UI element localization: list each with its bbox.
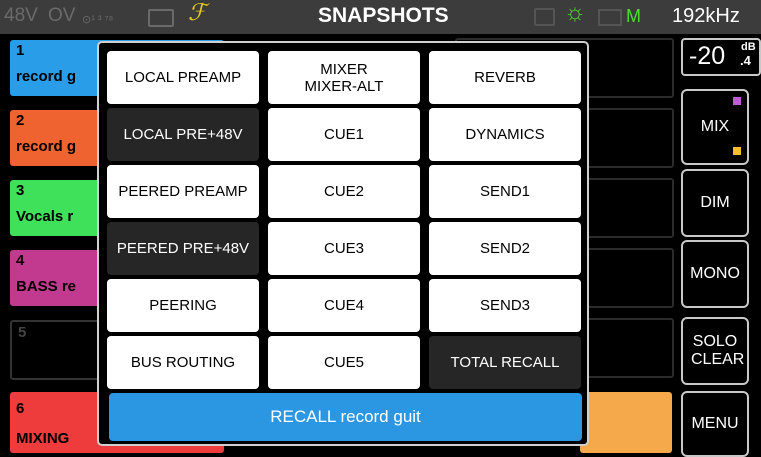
routing-icon: ⊙¹ ³ ⁷⁸: [82, 14, 114, 26]
snapshot-button-cue3[interactable]: CUE3: [268, 222, 420, 275]
snapshots-popup: LOCAL PREAMP LOCAL PRE+48V PEERED PREAMP PE…: [97, 41, 589, 446]
recall-label: RECALL record guit: [270, 407, 421, 426]
snapshot-button-label: CUE2: [323, 183, 364, 200]
device-icon: [148, 9, 174, 27]
snapshot-button-reverb[interactable]: REVERB: [429, 51, 581, 104]
snapshot-button-total-recall[interactable]: TOTAL RECALL: [429, 336, 581, 389]
snapshot-button-cue5[interactable]: CUE5: [268, 336, 420, 389]
channel-name: MIXING: [16, 430, 70, 447]
snapshot-button-bus-routing[interactable]: BUS ROUTING: [107, 336, 259, 389]
snapshot-button-local-preamp[interactable]: LOCAL PREAMP: [107, 51, 259, 104]
channel-number: 5: [18, 324, 27, 341]
snapshot-button-cue2[interactable]: CUE2: [268, 165, 420, 218]
solo-clear-label: SOLO CLEAR: [691, 333, 745, 368]
snapshot-button-label: PEERING: [149, 297, 217, 314]
snapshot-button-send3[interactable]: SEND3: [429, 279, 581, 332]
level-unit: dB: [741, 41, 756, 53]
snapshot-button-label: LOCAL PREAMP: [124, 69, 242, 86]
channel-name: record g: [16, 68, 77, 85]
sync-icon: ☼: [564, 0, 586, 26]
snapshot-button-cue1[interactable]: CUE1: [268, 108, 420, 161]
snapshot-button-peering[interactable]: PEERING: [107, 279, 259, 332]
snapshot-button-dynamics[interactable]: DYNAMICS: [429, 108, 581, 161]
snapshot-button-mixer-mixer-alt[interactable]: MIXER MIXER-ALT: [268, 51, 420, 104]
level-display: -20 dB .4: [681, 38, 761, 76]
menu-button[interactable]: MENU: [681, 391, 749, 457]
channel-name: Vocals r: [16, 208, 74, 225]
snapshot-button-label: CUE5: [323, 354, 364, 371]
snapshot-button-cue4[interactable]: CUE4: [268, 279, 420, 332]
snapshot-button-label: CUE4: [323, 297, 364, 314]
clipboard-icon: [534, 8, 555, 26]
mono-label: MONO: [690, 265, 740, 282]
mix-label: MIX: [700, 118, 730, 135]
snapshot-button-peered-pre-48v[interactable]: PEERED PRE+48V: [107, 222, 259, 275]
mix-indicator-yellow: [733, 147, 741, 155]
snapshot-button-label: CUE3: [323, 240, 364, 257]
overload-indicator: OV: [48, 5, 76, 26]
page-title: SNAPSHOTS: [318, 4, 449, 27]
snapshot-button-label: SEND2: [479, 240, 531, 257]
level-value: -20: [689, 42, 726, 70]
mail-icon: [598, 9, 622, 26]
snapshot-button-label: LOCAL PRE+48V: [123, 126, 243, 143]
mix-button[interactable]: MIX: [681, 89, 749, 165]
snapshot-button-send1[interactable]: SEND1: [429, 165, 581, 218]
solo-clear-button[interactable]: SOLO CLEAR: [681, 317, 749, 385]
sample-rate: 192kHz: [672, 5, 740, 27]
menu-label: MENU: [691, 415, 739, 432]
channel-number: 3: [16, 182, 25, 199]
snapshot-button-label: MIXER MIXER-ALT: [304, 60, 384, 95]
status-bar: 48V OV ⊙¹ ³ ⁷⁸ ℱ SNAPSHOTS ☼ M 192kHz: [0, 0, 761, 34]
channel-name: BASS re: [16, 278, 77, 295]
snapshot-button-label: BUS ROUTING: [130, 354, 236, 371]
snapshot-button-label: DYNAMICS: [465, 126, 545, 143]
dim-button[interactable]: DIM: [681, 169, 749, 237]
snapshot-button-label: SEND3: [479, 297, 531, 314]
phantom-indicator: 48V: [4, 5, 38, 26]
channel-number: 4: [16, 252, 25, 269]
level-decimal: .4: [740, 53, 751, 68]
channel-number: 6: [16, 400, 25, 417]
snapshot-button-label: PEERED PRE+48V: [116, 240, 250, 257]
mono-button[interactable]: MONO: [681, 240, 749, 308]
snapshot-button-label: REVERB: [474, 69, 536, 86]
snapshot-button-send2[interactable]: SEND2: [429, 222, 581, 275]
snapshot-button-label: CUE1: [323, 126, 364, 143]
snapshot-button-peered-preamp[interactable]: PEERED PREAMP: [107, 165, 259, 218]
snapshot-button-label: PEERED PREAMP: [118, 183, 248, 200]
snapshot-button-label: SEND1: [479, 183, 531, 200]
channel-number: 1: [16, 42, 25, 59]
snapshot-button-local-pre-48v[interactable]: LOCAL PRE+48V: [107, 108, 259, 161]
dim-label: DIM: [700, 194, 730, 211]
fx-icon: ℱ: [188, 0, 207, 25]
channel-name: record g: [16, 138, 77, 155]
mix-indicator-purple: [733, 97, 741, 105]
channel-number: 2: [16, 112, 25, 129]
m-indicator: M: [626, 6, 641, 26]
recall-button[interactable]: RECALL record guit: [109, 393, 582, 441]
snapshot-button-label: TOTAL RECALL: [450, 354, 560, 371]
channel-tile-orange[interactable]: [580, 392, 672, 453]
